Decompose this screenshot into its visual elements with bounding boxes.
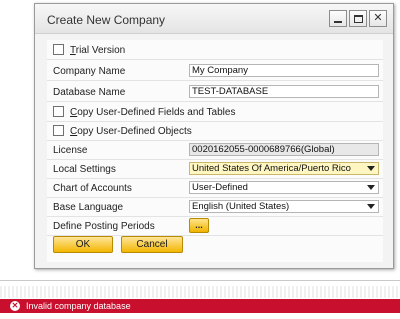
license-field: 0020162055-0000689766(Global) [189, 143, 379, 156]
chart-of-accounts-select[interactable]: User-Defined [189, 181, 379, 194]
dialog-content: Trial Version Company Name My Company Da… [47, 40, 383, 262]
posting-periods-row: Define Posting Periods ... [47, 216, 383, 236]
close-button[interactable]: ✕ [369, 10, 387, 27]
status-bar: ✕ Invalid company database [0, 299, 400, 313]
database-name-row: Database Name TEST-DATABASE [47, 82, 383, 102]
copy-udo-label[interactable]: Copy User-Defined Objects [70, 126, 192, 137]
ok-button[interactable]: OK [53, 236, 113, 253]
license-row: License 0020162055-0000689766(Global) [47, 140, 383, 160]
minimize-button[interactable] [329, 10, 347, 27]
chevron-down-icon[interactable] [367, 166, 375, 171]
license-label: License [53, 145, 88, 156]
chart-of-accounts-label: Chart of Accounts [53, 183, 132, 194]
define-posting-periods-button[interactable]: ... [189, 218, 209, 233]
chevron-down-icon[interactable] [367, 185, 375, 190]
copy-udf-row: Copy User-Defined Fields and Tables [47, 102, 383, 122]
window-controls: ✕ [329, 10, 387, 27]
base-language-row: Base Language English (United States) [47, 197, 383, 217]
company-name-input[interactable]: My Company [189, 64, 379, 77]
trial-version-label[interactable]: Trial Version [70, 45, 125, 56]
posting-periods-label: Define Posting Periods [53, 221, 155, 232]
base-language-select[interactable]: English (United States) [189, 200, 379, 213]
copy-udo-row: Copy User-Defined Objects [47, 121, 383, 141]
dialog-titlebar[interactable]: Create New Company ✕ [35, 4, 393, 34]
company-name-row: Company Name My Company [47, 61, 383, 81]
local-settings-label: Local Settings [53, 164, 116, 175]
close-icon: ✕ [373, 12, 383, 24]
minimize-icon [334, 20, 342, 23]
create-company-dialog: Create New Company ✕ Trial Version Compa… [34, 3, 394, 269]
status-bar-bottom [0, 313, 400, 319]
status-message: Invalid company database [26, 301, 131, 311]
dialog-title: Create New Company [47, 13, 166, 27]
chevron-down-icon[interactable] [367, 204, 375, 209]
cancel-button[interactable]: Cancel [121, 236, 183, 253]
database-name-label: Database Name [53, 87, 126, 98]
maximize-icon [353, 14, 363, 23]
trial-version-row: Trial Version [47, 40, 383, 60]
base-language-value: English (United States) [192, 201, 290, 212]
copy-udf-checkbox[interactable] [53, 106, 64, 117]
copy-udf-label[interactable]: Copy User-Defined Fields and Tables [70, 107, 235, 118]
error-icon: ✕ [10, 301, 20, 311]
chart-of-accounts-row: Chart of Accounts User-Defined [47, 178, 383, 198]
local-settings-value: United States Of America/Puerto Rico [192, 163, 351, 174]
workspace-hatch [0, 286, 400, 298]
company-name-label: Company Name [53, 66, 126, 77]
local-settings-select[interactable]: United States Of America/Puerto Rico [189, 162, 379, 175]
copy-udo-checkbox[interactable] [53, 125, 64, 136]
base-language-label: Base Language [53, 202, 124, 213]
workspace-divider [0, 280, 400, 281]
maximize-button[interactable] [349, 10, 367, 27]
database-name-input[interactable]: TEST-DATABASE [189, 85, 379, 98]
chart-of-accounts-value: User-Defined [192, 182, 248, 193]
local-settings-row: Local Settings United States Of America/… [47, 159, 383, 179]
trial-version-checkbox[interactable] [53, 44, 64, 55]
dialog-actions: OK Cancel [53, 236, 183, 253]
